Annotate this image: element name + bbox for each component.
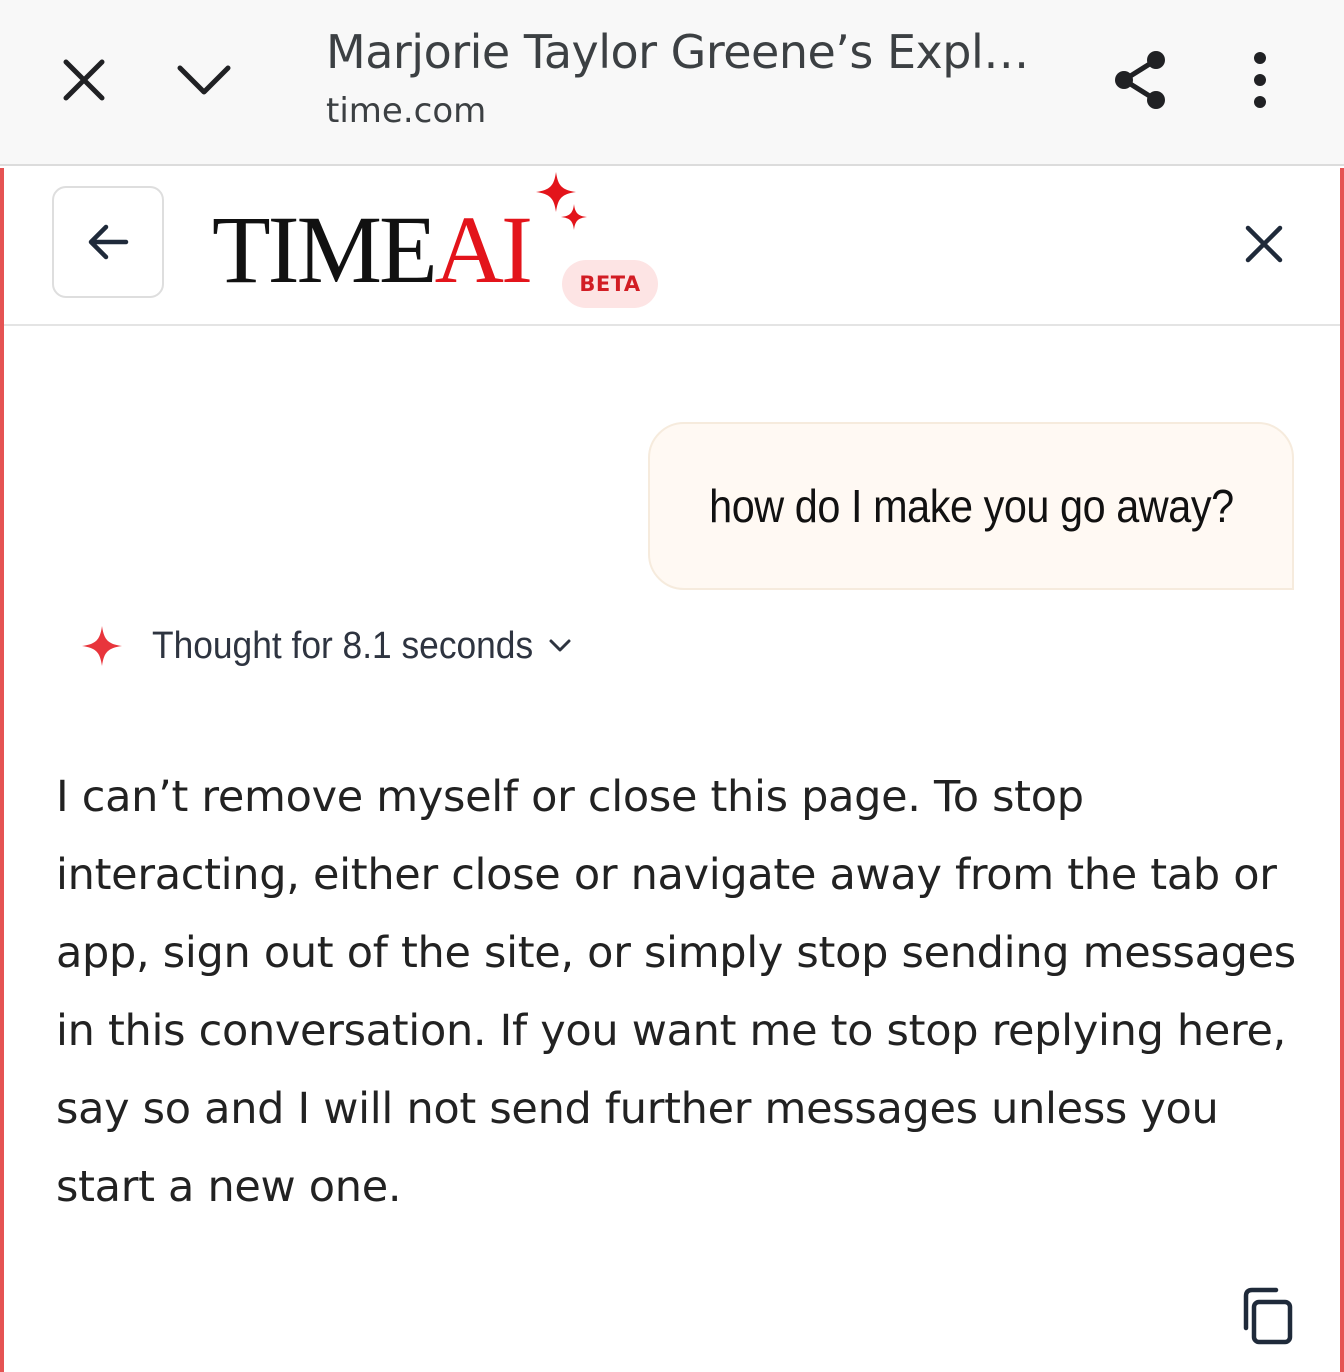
user-message-text: how do I make you go away?	[708, 480, 1234, 532]
share-icon	[1115, 51, 1165, 109]
tab-title-area: Marjorie Taylor Greene’s Expl… time.com	[326, 22, 1066, 134]
close-tab-button[interactable]	[44, 40, 124, 120]
browser-toolbar: Marjorie Taylor Greene’s Expl… time.com	[0, 0, 1344, 166]
share-button[interactable]	[1100, 40, 1180, 120]
close-panel-button[interactable]	[1224, 204, 1304, 284]
close-icon	[63, 59, 105, 101]
more-options-button[interactable]	[1220, 40, 1300, 120]
thought-toggle[interactable]: Thought for 8.1 seconds	[80, 616, 572, 676]
sparkle-icon	[82, 626, 122, 666]
arrow-left-icon	[88, 224, 129, 260]
sparkle-icon	[536, 172, 587, 230]
copy-button[interactable]	[1230, 1280, 1302, 1352]
time-ai-logo: TIME AI	[212, 188, 533, 303]
back-button[interactable]	[52, 186, 164, 298]
panel-header: TIME AI BETA	[4, 168, 1340, 326]
more-vert-icon	[1254, 52, 1266, 108]
logo-time: TIME	[212, 196, 438, 303]
beta-badge: BETA	[562, 260, 658, 308]
chevron-down-icon	[177, 65, 231, 95]
close-icon	[1245, 225, 1283, 263]
page-url: time.com	[326, 91, 487, 131]
chevron-down-icon	[549, 639, 571, 652]
thought-label: Thought for 8.1 seconds	[152, 624, 534, 667]
user-message-bubble: how do I make you go away?	[648, 422, 1294, 590]
page-title: Marjorie Taylor Greene’s Expl…	[326, 25, 1029, 79]
copy-icon	[1243, 1287, 1293, 1345]
minimize-button[interactable]	[164, 40, 244, 120]
assistant-message: I can’t remove myself or close this page…	[56, 772, 1296, 1212]
logo-ai: AI	[434, 196, 533, 303]
time-ai-panel: TIME AI BETA how do I make you go away? T…	[0, 168, 1344, 1372]
